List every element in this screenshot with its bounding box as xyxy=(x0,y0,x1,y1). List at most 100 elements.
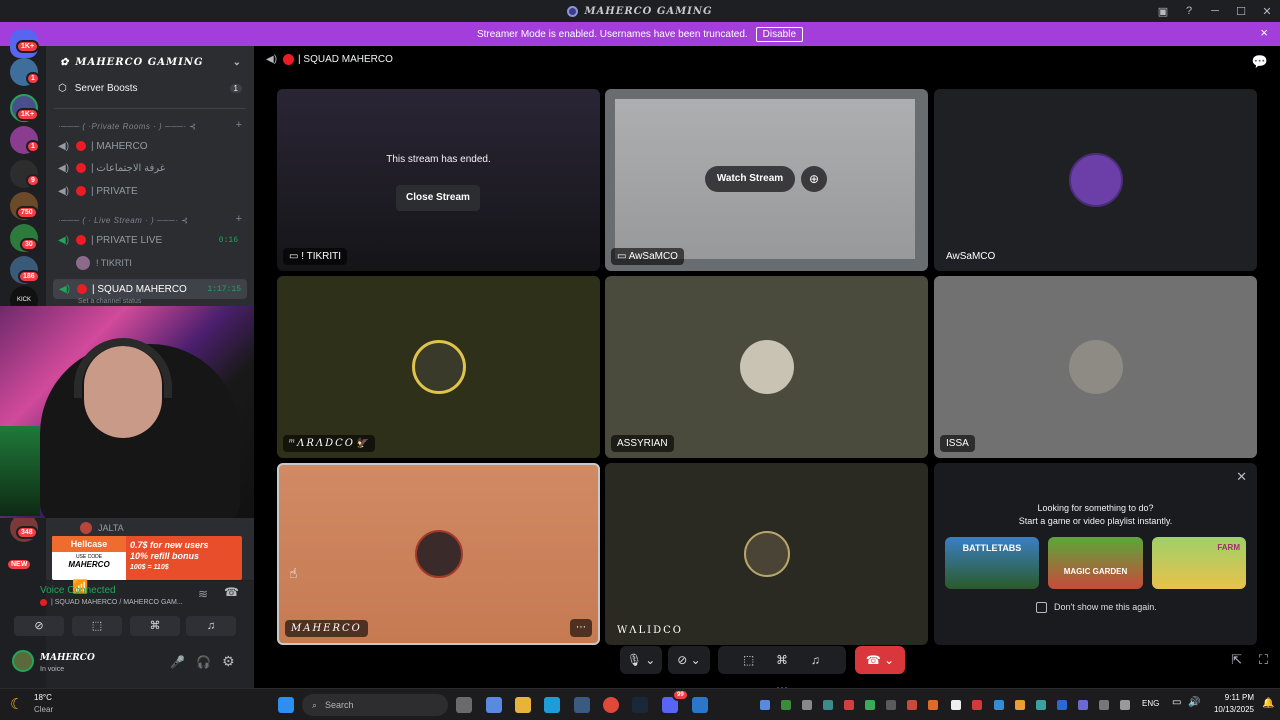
live-dot-icon xyxy=(40,599,47,606)
channel-private-live[interactable]: ◀) | PRIVATE LIVE 0:16 xyxy=(58,230,248,250)
promo-line-2: 10% refill bonus xyxy=(130,551,200,561)
disconnect-icon[interactable]: ☎ xyxy=(224,585,239,599)
server-boosts-item[interactable]: ⬡ Server Boosts 1 xyxy=(58,78,248,98)
camera-button[interactable]: ⊘ ⌄ xyxy=(668,646,710,674)
participant-tile-assyrian[interactable]: ASSYRIAN xyxy=(605,276,928,458)
channel-status[interactable]: Set a channel status xyxy=(78,298,141,305)
channel-maherco[interactable]: ◀) | MAHERCO xyxy=(58,136,248,156)
game-card-magic-garden[interactable]: MAGIC GARDEN xyxy=(1048,537,1143,589)
nametag-label: ! TIKRITI xyxy=(301,251,342,262)
store-icon[interactable] xyxy=(574,697,590,713)
participant-tile-maherco[interactable]: MAHERCO ⋯ ☝ xyxy=(277,463,600,645)
tray-icon[interactable] xyxy=(865,700,875,710)
game-card-farm[interactable]: FARM xyxy=(1152,537,1246,589)
chevron-down-icon[interactable]: ⌄ xyxy=(233,57,242,68)
chrome-icon[interactable] xyxy=(603,697,619,713)
channel-meetings[interactable]: ◀) | غرفة الاجتماعات xyxy=(58,158,248,178)
weather-icon[interactable]: ☾ xyxy=(10,695,23,713)
game-card-battletabs[interactable]: BATTLETABS xyxy=(945,537,1039,589)
stream-tile-awsamco[interactable]: Watch Stream ⊕ ▭ AwSaMCO xyxy=(605,89,928,271)
server-name-header[interactable]: ✿ MAHERCO GAMING ⌄ xyxy=(46,46,254,78)
voice-user-tikriti[interactable]: ! TIKRITI xyxy=(76,253,266,273)
tray-icon[interactable] xyxy=(886,700,896,710)
banner-close-icon[interactable]: × xyxy=(1260,25,1268,40)
screen-share-button[interactable]: ⬚ xyxy=(72,616,122,636)
help-icon[interactable]: ? xyxy=(1176,5,1202,17)
video-off-button[interactable]: ⊘ xyxy=(14,616,64,636)
language-indicator[interactable]: ENG xyxy=(1142,699,1159,708)
tray-icon[interactable] xyxy=(823,700,833,710)
file-explorer-icon[interactable] xyxy=(515,697,531,713)
tray-icon[interactable] xyxy=(951,700,961,710)
task-view-icon[interactable] xyxy=(456,697,472,713)
bluetooth-icon[interactable] xyxy=(1057,700,1067,710)
badge: 186 xyxy=(18,270,40,283)
volume-icon[interactable]: 🔊 xyxy=(1188,697,1200,708)
tray-icon[interactable] xyxy=(972,700,982,710)
close-stream-button[interactable]: Close Stream xyxy=(396,185,480,211)
tray-icon[interactable] xyxy=(1036,700,1046,710)
app-icon[interactable] xyxy=(692,697,708,713)
category-live-stream[interactable]: ·─── ( · Live Stream · ) ───· ⊰ xyxy=(58,216,188,225)
add-stream-icon[interactable]: ⊕ xyxy=(801,166,827,192)
tray-icon[interactable] xyxy=(928,700,938,710)
user-avatar[interactable] xyxy=(12,650,34,672)
mute-button[interactable]: 🎙 ⌄ xyxy=(620,646,662,674)
stream-tile-tikriti[interactable]: This stream has ended. Close Stream ▭ ! … xyxy=(277,89,600,271)
steam-icon[interactable] xyxy=(632,697,648,713)
watch-stream-button[interactable]: Watch Stream xyxy=(705,166,795,192)
channel-squad-maherco[interactable]: ◀) | SQUAD MAHERCO 1:17:15 xyxy=(53,279,247,299)
notification-bell-icon[interactable]: 🔔 xyxy=(1262,698,1274,709)
tray-icon[interactable] xyxy=(844,700,854,710)
close-icon[interactable]: ✕ xyxy=(1254,5,1280,18)
mic-tray-icon[interactable] xyxy=(1120,700,1130,710)
tray-icon[interactable] xyxy=(1099,700,1109,710)
participant-tile-issa[interactable]: ISSA xyxy=(934,276,1257,458)
category-private-rooms[interactable]: ·─── ( ·Private Rooms · ) ───· ⊰ xyxy=(58,122,197,131)
clock-time[interactable]: 9:11 PM xyxy=(1208,693,1254,702)
disable-button[interactable]: Disable xyxy=(755,26,804,42)
tray-icon[interactable] xyxy=(781,700,791,710)
activity-icon[interactable]: ⌘ xyxy=(767,646,797,674)
add-channel-icon[interactable]: + xyxy=(236,213,242,225)
channel-private[interactable]: ◀) | PRIVATE xyxy=(58,181,248,201)
add-channel-icon[interactable]: + xyxy=(236,119,242,131)
headphones-icon[interactable]: 🎧 xyxy=(196,655,211,669)
tray-icon[interactable] xyxy=(802,700,812,710)
taskbar-search[interactable]: ⌕ Search xyxy=(302,694,448,716)
server-badge-icon: ✿ xyxy=(60,56,70,68)
voice-channel-link[interactable]: | SQUAD MAHERCO / MAHERCO GAM... xyxy=(51,599,183,606)
clock-date[interactable]: 10/13/2025 xyxy=(1202,705,1254,714)
activity-button[interactable]: ⌘ xyxy=(130,616,180,636)
badge: 1K+ xyxy=(16,108,40,121)
tray-icon[interactable] xyxy=(1078,700,1088,710)
tray-icon[interactable] xyxy=(907,700,917,710)
chat-bubble-icon[interactable]: 💬 xyxy=(1252,54,1268,70)
tray-icon[interactable] xyxy=(1015,700,1025,710)
participant-tile-awsamco[interactable]: AwSaMCO xyxy=(934,89,1257,271)
disconnect-button[interactable]: ☎ ⌄ xyxy=(855,646,905,674)
screen-share-icon[interactable]: ⬚ xyxy=(734,646,764,674)
fullscreen-icon[interactable]: ⛶ xyxy=(1259,652,1268,668)
soundboard-icon[interactable]: ♫ xyxy=(800,646,830,674)
dont-show-checkbox[interactable] xyxy=(1036,602,1047,613)
inbox-icon[interactable]: ▣ xyxy=(1150,5,1176,18)
tray-icon[interactable] xyxy=(994,700,1004,710)
maximize-icon[interactable]: ☐ xyxy=(1228,5,1254,18)
minimize-icon[interactable]: ─ xyxy=(1202,5,1228,17)
copilot-icon[interactable] xyxy=(486,697,502,713)
voice-user-jalta[interactable]: JALTA xyxy=(80,522,124,534)
soundboard-button[interactable]: ♫ xyxy=(186,616,236,636)
close-panel-icon[interactable]: ✕ xyxy=(1236,469,1247,485)
windows-start-icon[interactable] xyxy=(278,697,294,713)
network-icon[interactable]: ▭ xyxy=(1172,697,1181,708)
noise-suppression-icon[interactable]: ≋ xyxy=(198,587,208,601)
popout-icon[interactable]: ⇱ xyxy=(1231,652,1242,668)
microphone-icon[interactable]: 🎤 xyxy=(170,655,185,669)
participant-tile-walidco[interactable]: WΛLIDCO xyxy=(605,463,928,645)
participant-tile-maradco[interactable]: ᵐΛRΛDCO🦅 xyxy=(277,276,600,458)
settings-gear-icon[interactable]: ⚙ xyxy=(222,653,235,670)
tray-icon[interactable] xyxy=(760,700,770,710)
more-options-icon[interactable]: ⋯ xyxy=(570,619,592,637)
edge-icon[interactable] xyxy=(544,697,560,713)
